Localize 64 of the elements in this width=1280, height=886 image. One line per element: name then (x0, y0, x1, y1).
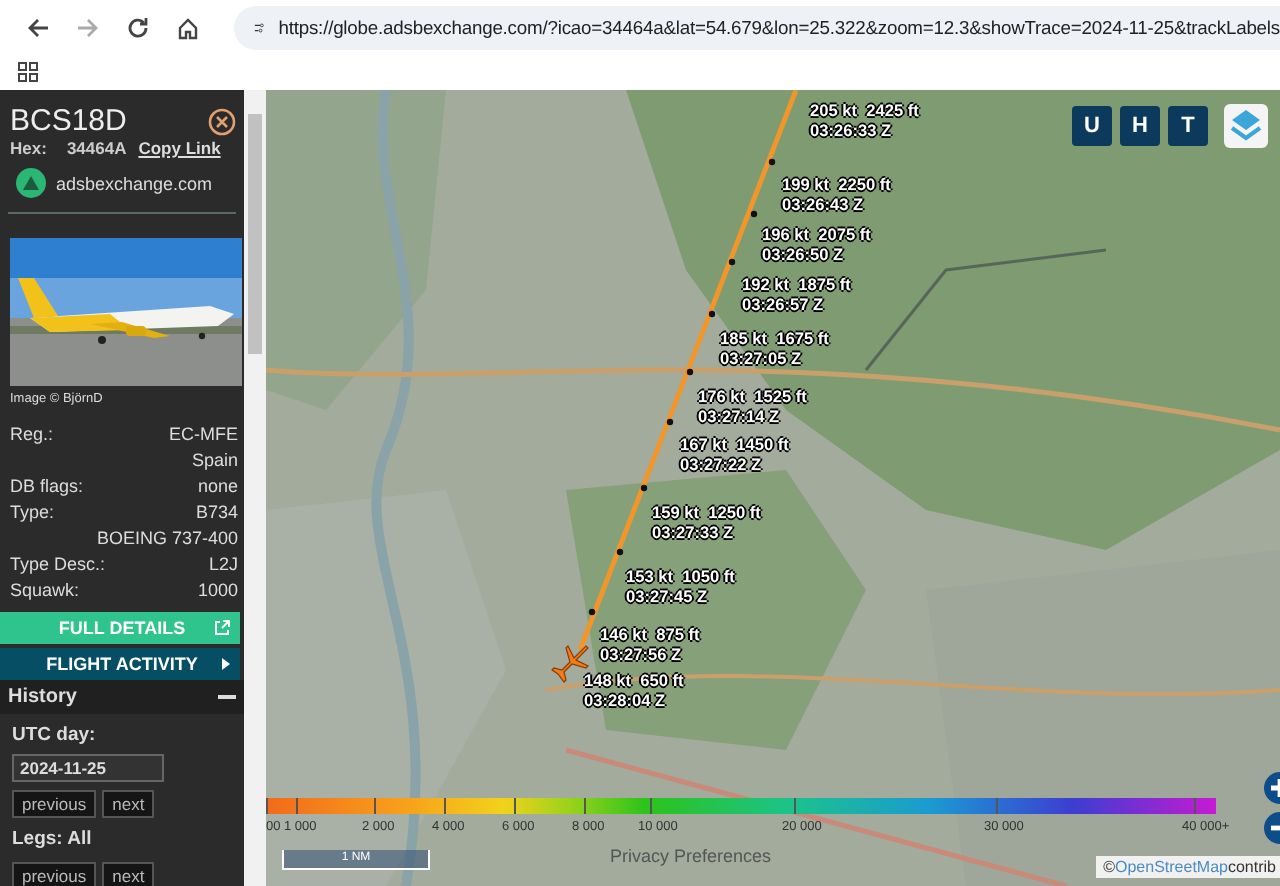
previous-button[interactable]: previous (12, 790, 97, 818)
time-label: 03:27:33 Z (652, 522, 736, 542)
time-label: 03:27:22 Z (680, 454, 764, 474)
attribution: ©OpenStreetMapcontrib (1095, 856, 1280, 878)
field-value: BOEING 737-400 (96, 527, 238, 547)
field-value: Spain (191, 449, 238, 469)
time-label: 03:27:56 Z (600, 644, 684, 664)
copy-link[interactable]: Copy Link (138, 138, 221, 158)
speed-altitude-label: 205 kt 2425 ft (810, 100, 919, 120)
map-toggle-button[interactable]: U (1072, 106, 1112, 146)
field-value: EC-MFE (169, 423, 238, 443)
callsign: BCS18D (10, 104, 127, 138)
external-link-icon (214, 620, 230, 636)
speed-altitude-label: 153 kt 1050 ft (626, 566, 735, 586)
apps-icon[interactable] (18, 62, 38, 82)
field-value: L2J (208, 553, 238, 573)
scrollbar[interactable] (244, 90, 266, 886)
speed-altitude-label: 176 kt 1525 ft (698, 386, 807, 406)
history-header[interactable]: History (0, 680, 244, 714)
field-value: B734 (195, 501, 238, 521)
date-field[interactable]: 2024-11-25 (12, 754, 164, 782)
field-value: none (197, 475, 238, 495)
time-label: 03:26:57 Z (742, 294, 826, 314)
address-bar[interactable]: https://globe.adsbexchange.com/?icao=34464a&lat=54.679&lon=25.322&zoom=12.3&showTrace=2024-11-25&trackLabels (234, 5, 1280, 49)
time-label: 03:26:33 Z (810, 120, 894, 140)
speed-altitude-label: 192 kt 1875 ft (742, 274, 851, 294)
speed-altitude-label: 159 kt 1250 ft (652, 502, 761, 522)
speed-altitude-label: 146 kt 875 ft (600, 624, 700, 644)
next-button[interactable]: next (102, 790, 155, 818)
previous-button[interactable]: previous (12, 862, 97, 886)
speed-altitude-label: 148 kt 650 ft (584, 670, 684, 690)
map-toggle-button[interactable]: H (1120, 106, 1160, 146)
speed-altitude-label: 196 kt 2075 ft (762, 224, 871, 244)
next-button[interactable]: next (102, 862, 155, 886)
caret-icon (222, 658, 230, 670)
logo-icon (16, 168, 46, 198)
speed-altitude-label: 185 kt 1675 ft (720, 328, 829, 348)
field-label: Type: (10, 501, 55, 521)
site-settings-icon[interactable] (254, 17, 265, 37)
time-label: 03:26:43 Z (782, 194, 866, 214)
time-label: 03:27:14 Z (698, 406, 782, 426)
time-label: 03:27:45 Z (626, 586, 710, 606)
speed-altitude-label: 199 kt 2250 ft (782, 174, 891, 194)
field-label: Type Desc.: (10, 553, 106, 573)
field-label: Squawk: (10, 579, 80, 599)
time-label: 03:27:05 Z (720, 348, 804, 368)
close-icon[interactable] (208, 107, 236, 135)
time-label: 03:26:50 Z (762, 244, 846, 264)
back-icon[interactable] (26, 15, 50, 39)
home-icon[interactable] (176, 15, 200, 39)
reload-icon[interactable] (126, 15, 150, 39)
hex-code: 34464A (66, 138, 127, 158)
time-label: 03:28:04 Z (584, 690, 668, 710)
speed-altitude-label: 167 kt 1450 ft (680, 434, 789, 454)
history-title: History (8, 686, 77, 708)
flight-activity-button[interactable]: FLIGHT ACTIVITY (0, 648, 240, 680)
source-name: adsbexchange.com (56, 173, 213, 193)
legs-label: Legs: All (10, 826, 94, 854)
hex-label: Hex: (10, 138, 47, 158)
field-label: Reg.: (10, 423, 54, 443)
field-label: DB flags: (10, 475, 84, 495)
utc-day-label: UTC day: (10, 722, 98, 750)
map-toggle-button[interactable]: T (1168, 106, 1208, 146)
field-value: 1000 (197, 579, 238, 599)
